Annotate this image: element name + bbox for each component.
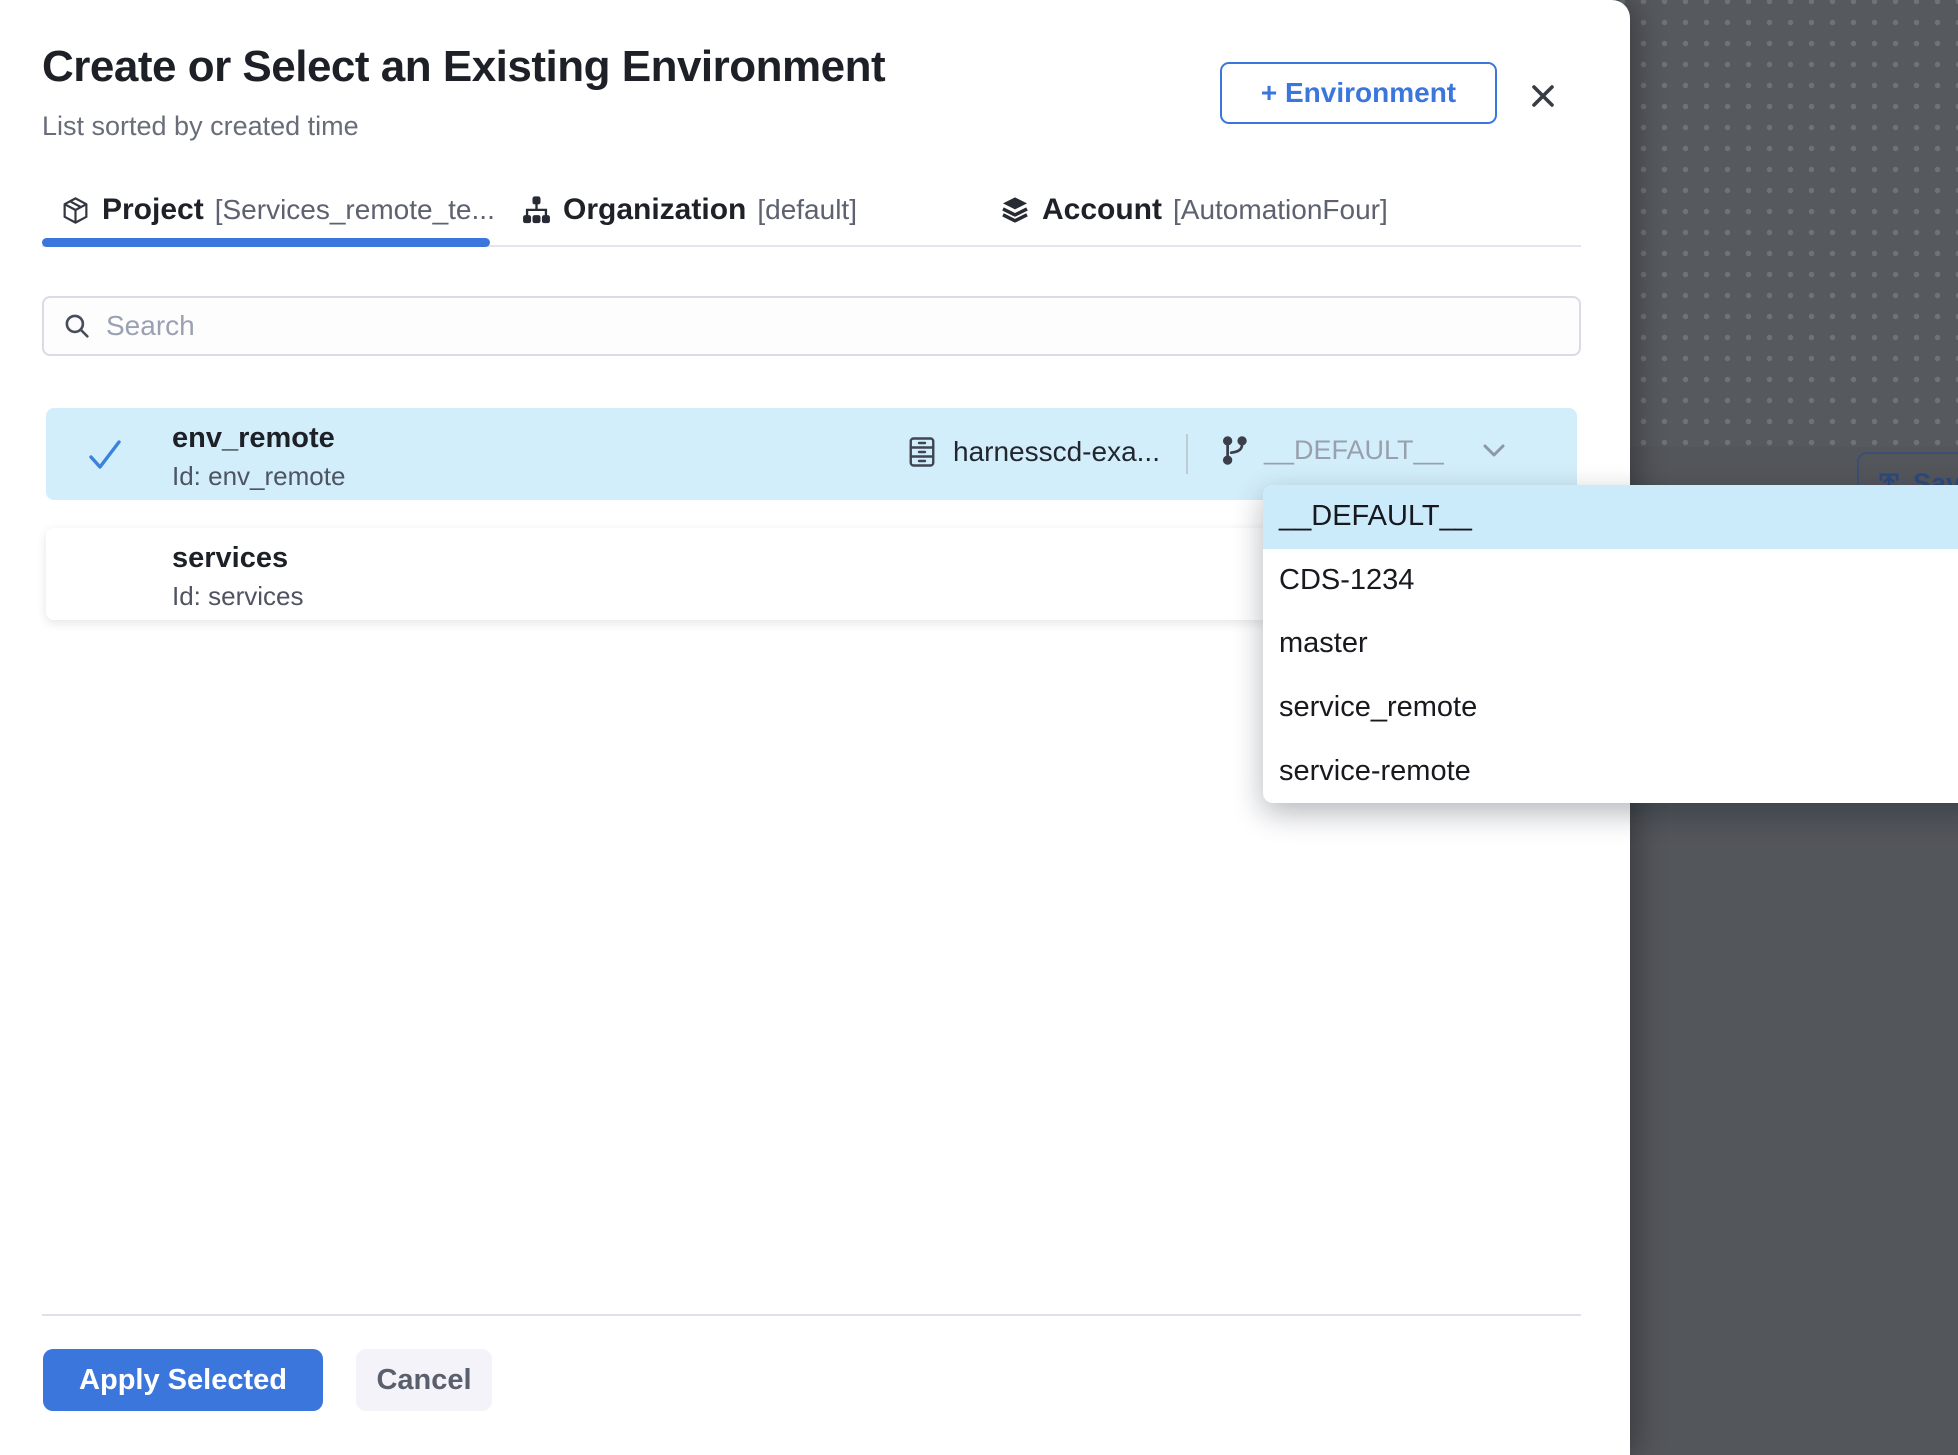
tab-project-label: Project <box>102 193 204 227</box>
screen: { "colors": { "accent_blue": "#3B76DC", … <box>0 0 1958 1455</box>
cube-icon <box>60 195 91 226</box>
environment-name: env_remote <box>172 422 335 455</box>
branch-dropdown-menu: __DEFAULT__ CDS-1234 master service_remo… <box>1263 485 1958 803</box>
tab-project[interactable]: Project [Services_remote_te... <box>60 188 495 232</box>
tab-account-label: Account <box>1042 193 1162 227</box>
repository-icon <box>904 434 940 470</box>
search-icon <box>62 311 92 341</box>
branch-select-value: __DEFAULT__ <box>1264 435 1469 466</box>
new-environment-button-label: + Environment <box>1261 77 1456 109</box>
environment-name: services <box>172 542 288 575</box>
new-environment-button[interactable]: + Environment <box>1220 62 1497 124</box>
git-branch-icon <box>1218 434 1251 467</box>
tab-project-scope: [Services_remote_te... <box>215 194 495 226</box>
environment-id: Id: services <box>172 581 304 612</box>
apply-selected-button[interactable]: Apply Selected <box>43 1349 323 1411</box>
dropdown-item-service-remote-dash[interactable]: service-remote <box>1263 739 1958 803</box>
tab-organization[interactable]: Organization [default] <box>521 188 857 232</box>
environment-id: Id: env_remote <box>172 461 345 492</box>
search-box <box>42 296 1581 356</box>
repo-name: harnesscd-exa... <box>953 436 1160 468</box>
tab-organization-label: Organization <box>563 193 746 227</box>
chevron-down-icon <box>1482 443 1506 458</box>
tab-account-scope: [AutomationFour] <box>1173 194 1388 226</box>
sitemap-icon <box>521 195 552 226</box>
dropdown-item-master[interactable]: master <box>1263 612 1958 676</box>
footer-divider <box>42 1314 1581 1316</box>
vertical-divider <box>1186 434 1188 474</box>
active-tab-underline <box>42 238 490 247</box>
branch-select[interactable]: __DEFAULT__ <box>1218 434 1506 467</box>
dropdown-item-service-remote-underscore[interactable]: service_remote <box>1263 676 1958 740</box>
search-input[interactable] <box>106 310 1579 342</box>
page-title: Create or Select an Existing Environment <box>42 42 885 92</box>
dropdown-item-cds-1234[interactable]: CDS-1234 <box>1263 549 1958 613</box>
cancel-button[interactable]: Cancel <box>356 1349 492 1411</box>
close-icon[interactable] <box>1526 79 1560 113</box>
canvas-dot-grid <box>1600 0 1958 447</box>
repo-chip[interactable]: harnesscd-exa... <box>904 434 1160 470</box>
tab-organization-scope: [default] <box>757 194 857 226</box>
check-icon <box>84 434 126 476</box>
tab-account[interactable]: Account [AutomationFour] <box>999 188 1388 232</box>
sort-hint: List sorted by created time <box>42 111 359 142</box>
layers-icon <box>999 194 1031 226</box>
dropdown-item-default[interactable]: __DEFAULT__ <box>1263 485 1958 549</box>
